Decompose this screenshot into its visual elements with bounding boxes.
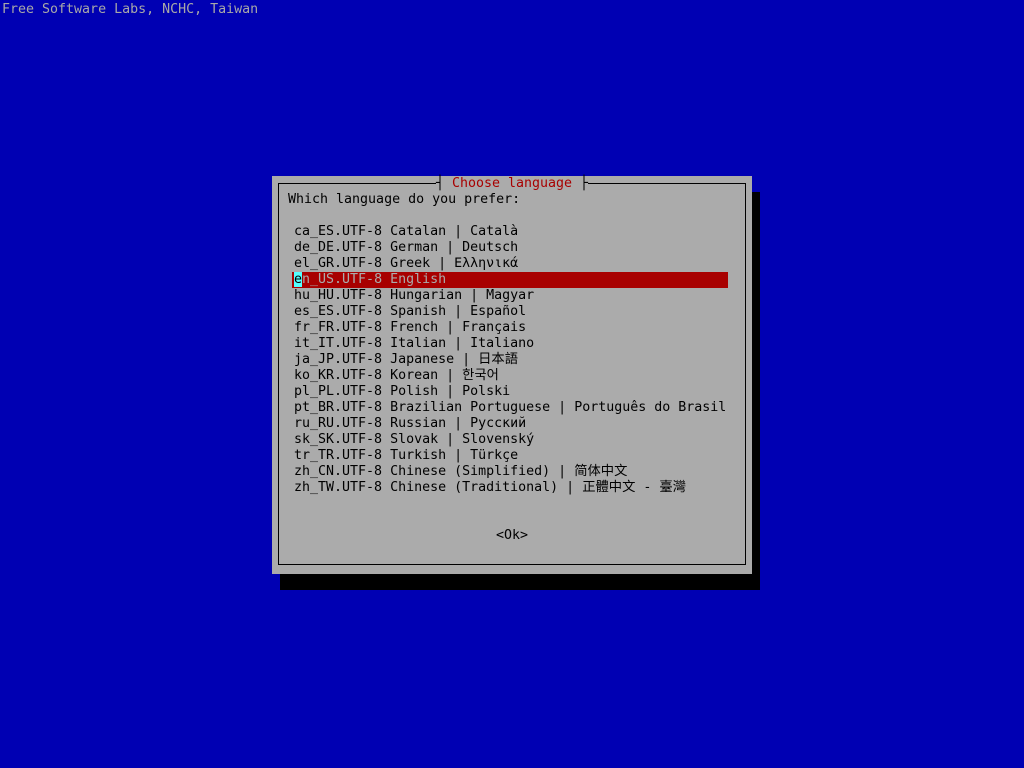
language-option[interactable]: pt_BR.UTF-8 Brazilian Portuguese | Portu… [292, 400, 728, 416]
language-option[interactable]: ja_JP.UTF-8 Japanese | 日本語 [292, 352, 728, 368]
language-option[interactable]: zh_TW.UTF-8 Chinese (Traditional) | 正體中文… [292, 480, 728, 496]
language-option[interactable]: sk_SK.UTF-8 Slovak | Slovenský [292, 432, 728, 448]
selection-cursor: e [294, 272, 302, 287]
choose-language-dialog: ┤Choose language├ Which language do you … [272, 176, 752, 574]
language-option[interactable]: de_DE.UTF-8 German | Deutsch [292, 240, 728, 256]
language-option[interactable]: hu_HU.UTF-8 Hungarian | Magyar [292, 288, 728, 304]
ok-button[interactable]: <Ok> [496, 528, 528, 543]
language-option-selected[interactable]: en_US.UTF-8 English [292, 272, 728, 288]
banner-text: Free Software Labs, NCHC, Taiwan [2, 2, 258, 18]
ok-button-row: <Ok> [272, 528, 752, 544]
language-option[interactable]: ca_ES.UTF-8 Catalan | Català [292, 224, 728, 240]
dialog-title: Choose language [444, 176, 580, 192]
language-option[interactable]: tr_TR.UTF-8 Turkish | Türkçe [292, 448, 728, 464]
language-option[interactable]: pl_PL.UTF-8 Polish | Polski [292, 384, 728, 400]
language-option[interactable]: ko_KR.UTF-8 Korean | 한국어 [292, 368, 728, 384]
language-option[interactable]: ru_RU.UTF-8 Russian | Русский [292, 416, 728, 432]
language-list[interactable]: ca_ES.UTF-8 Catalan | Catalàde_DE.UTF-8 … [292, 224, 728, 496]
language-option[interactable]: zh_CN.UTF-8 Chinese (Simplified) | 简体中文 [292, 464, 728, 480]
prompt-label: Which language do you prefer: [288, 192, 520, 208]
language-option[interactable]: el_GR.UTF-8 Greek | Ελληνικά [292, 256, 728, 272]
language-option[interactable]: it_IT.UTF-8 Italian | Italiano [292, 336, 728, 352]
title-right-tee-icon: ├ [580, 176, 588, 192]
title-left-tee-icon: ┤ [436, 176, 444, 192]
language-option[interactable]: fr_FR.UTF-8 French | Français [292, 320, 728, 336]
language-option[interactable]: es_ES.UTF-8 Spanish | Español [292, 304, 728, 320]
dialog-title-bar: ┤Choose language├ [272, 176, 752, 192]
